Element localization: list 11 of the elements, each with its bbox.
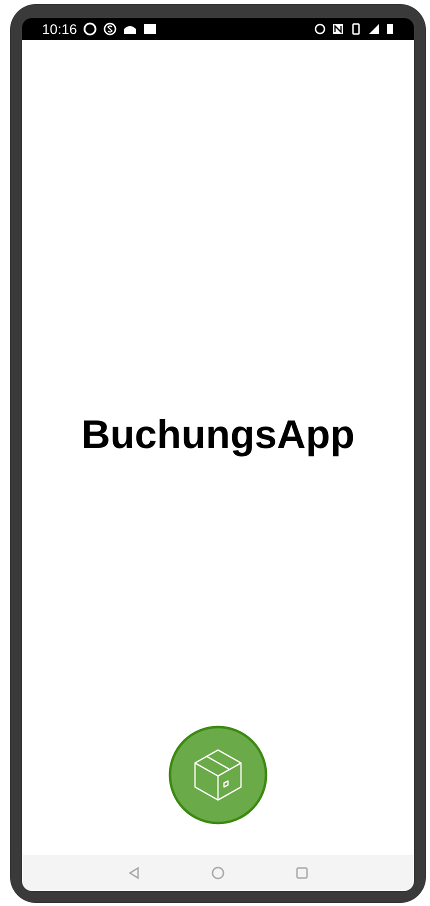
battery-icon: [386, 23, 394, 35]
status-time: 10:16: [42, 20, 78, 38]
back-icon[interactable]: [127, 866, 141, 880]
recent-apps-icon[interactable]: [295, 866, 309, 880]
home-icon[interactable]: [211, 866, 225, 880]
app-title: BuchungsApp: [81, 415, 355, 455]
box-icon: [168, 725, 268, 825]
signal-icon: [368, 23, 380, 35]
circle-icon: [103, 22, 118, 36]
vibrate-icon: [350, 23, 362, 35]
nfc-icon: [332, 23, 344, 35]
